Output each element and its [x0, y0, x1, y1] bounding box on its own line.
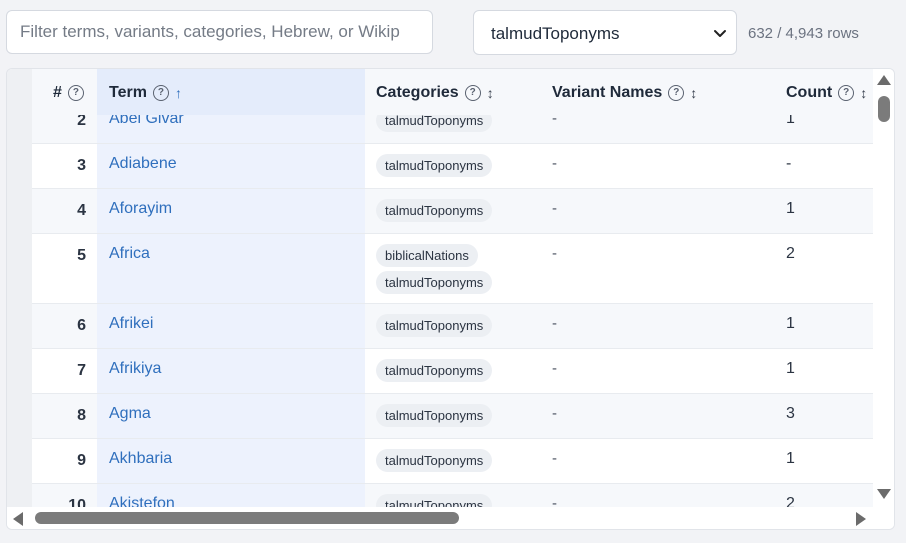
vertical-scroll-thumb[interactable]: [878, 96, 890, 122]
horizontal-scroll-thumb[interactable]: [35, 512, 459, 524]
column-header-term-label: Term: [109, 84, 147, 101]
row-number: 6: [77, 317, 86, 334]
count-value: 1: [786, 200, 795, 217]
help-icon[interactable]: ?: [67, 85, 84, 101]
category-chips: talmudToponyms: [376, 154, 493, 181]
column-header-variants-label: Variant Names: [552, 84, 663, 101]
category-chip[interactable]: talmudToponyms: [376, 154, 493, 177]
column-header-num[interactable]: # ?: [53, 84, 84, 102]
table-row[interactable]: 9 Akhbaria talmudToponyms - 1: [32, 439, 874, 484]
category-chips: talmudToponyms: [376, 404, 493, 431]
column-header-term[interactable]: Term ? ↑: [109, 84, 182, 102]
row-count: 632 / 4,943 rows: [748, 25, 859, 42]
chevron-down-icon: [714, 30, 726, 37]
sort-ascending-icon[interactable]: ↑: [175, 85, 182, 101]
help-icon[interactable]: ?: [668, 85, 685, 101]
row-number: 8: [77, 407, 86, 424]
variant-names: -: [552, 360, 557, 377]
horizontal-scrollbar[interactable]: [7, 507, 894, 529]
row-number: 9: [77, 452, 86, 469]
variant-names: -: [552, 315, 557, 332]
term-link[interactable]: Afrikei: [109, 315, 153, 333]
search-input[interactable]: [6, 10, 433, 54]
count-value: 3: [786, 405, 795, 422]
column-header-count[interactable]: Count ? ↕: [786, 84, 867, 102]
category-chips: talmudToponyms: [376, 449, 493, 476]
row-number: 5: [77, 247, 86, 264]
category-chip[interactable]: talmudToponyms: [376, 199, 493, 222]
table-row[interactable]: 8 Agma talmudToponyms - 3: [32, 394, 874, 439]
row-number: 7: [77, 362, 86, 379]
column-header-num-label: #: [53, 84, 62, 101]
sort-icon[interactable]: ↕: [487, 85, 494, 101]
scroll-right-icon[interactable]: [856, 512, 866, 526]
scroll-up-icon[interactable]: [877, 75, 891, 85]
category-select-value: talmudToponyms: [491, 24, 620, 43]
term-link[interactable]: Akhbaria: [109, 450, 172, 468]
variant-names: -: [552, 155, 557, 172]
grid-header: # ? Term ? ↑ Categories ? ↕ Variant Name…: [32, 69, 874, 115]
variant-names: -: [552, 200, 557, 217]
column-header-count-label: Count: [786, 84, 833, 101]
vertical-scrollbar[interactable]: [873, 69, 894, 509]
category-chip[interactable]: talmudToponyms: [376, 271, 493, 294]
term-link[interactable]: Adiabene: [109, 155, 177, 173]
grid-viewport[interactable]: 2 Abei Givar talmudToponyms -1 3 Adiabene talm…: [32, 69, 874, 509]
category-chips: talmudToponyms: [376, 199, 493, 226]
help-icon[interactable]: ?: [464, 85, 481, 101]
category-chip[interactable]: talmudToponyms: [376, 404, 493, 427]
term-link[interactable]: Agma: [109, 405, 151, 423]
sort-icon[interactable]: ↕: [860, 85, 867, 101]
table-row[interactable]: 10 Akistefon talmudToponyms -2: [32, 484, 874, 509]
category-chip[interactable]: biblicalNations: [376, 244, 478, 267]
sort-icon[interactable]: ↕: [690, 85, 697, 101]
term-link[interactable]: Africa: [109, 245, 150, 263]
row-number: 4: [77, 202, 86, 219]
help-icon[interactable]: ?: [152, 85, 169, 101]
category-select[interactable]: talmudToponyms: [473, 10, 737, 55]
count-value: 1: [786, 315, 795, 332]
column-header-categories[interactable]: Categories ? ↕: [376, 84, 494, 102]
count-value: 1: [786, 450, 795, 467]
table-row[interactable]: 4 Aforayim talmudToponyms - 1: [32, 189, 874, 234]
count-value: 2: [786, 245, 795, 262]
table-row[interactable]: 5 Africa biblicalNations talmudToponyms - 2: [32, 234, 874, 304]
category-chips: talmudToponyms: [376, 359, 493, 386]
table-row[interactable]: 3 Adiabene talmudToponyms - -: [32, 144, 874, 189]
count-value: 1: [786, 360, 795, 377]
help-icon[interactable]: ?: [838, 85, 855, 101]
column-header-categories-label: Categories: [376, 84, 459, 101]
category-chip[interactable]: talmudToponyms: [376, 314, 493, 337]
variant-names: -: [552, 245, 557, 262]
category-chips: talmudToponyms: [376, 314, 493, 341]
category-chip[interactable]: talmudToponyms: [376, 449, 493, 472]
category-chips: biblicalNations talmudToponyms: [376, 244, 493, 298]
variant-names: -: [552, 450, 557, 467]
data-grid: 2 Abei Givar talmudToponyms -1 3 Adiabene talm…: [6, 68, 895, 530]
table-row[interactable]: 7 Afrikiya talmudToponyms - 1: [32, 349, 874, 394]
term-link[interactable]: Afrikiya: [109, 360, 161, 378]
grid-gutter: [7, 69, 32, 509]
term-link[interactable]: Aforayim: [109, 200, 172, 218]
row-number: 3: [77, 157, 86, 174]
category-chip[interactable]: talmudToponyms: [376, 359, 493, 382]
scroll-down-icon[interactable]: [877, 489, 891, 499]
column-header-variants[interactable]: Variant Names ? ↕: [552, 84, 697, 102]
scroll-left-icon[interactable]: [13, 512, 23, 526]
table-row[interactable]: 6 Afrikei talmudToponyms - 1: [32, 304, 874, 349]
count-value: -: [786, 155, 792, 172]
variant-names: -: [552, 405, 557, 422]
